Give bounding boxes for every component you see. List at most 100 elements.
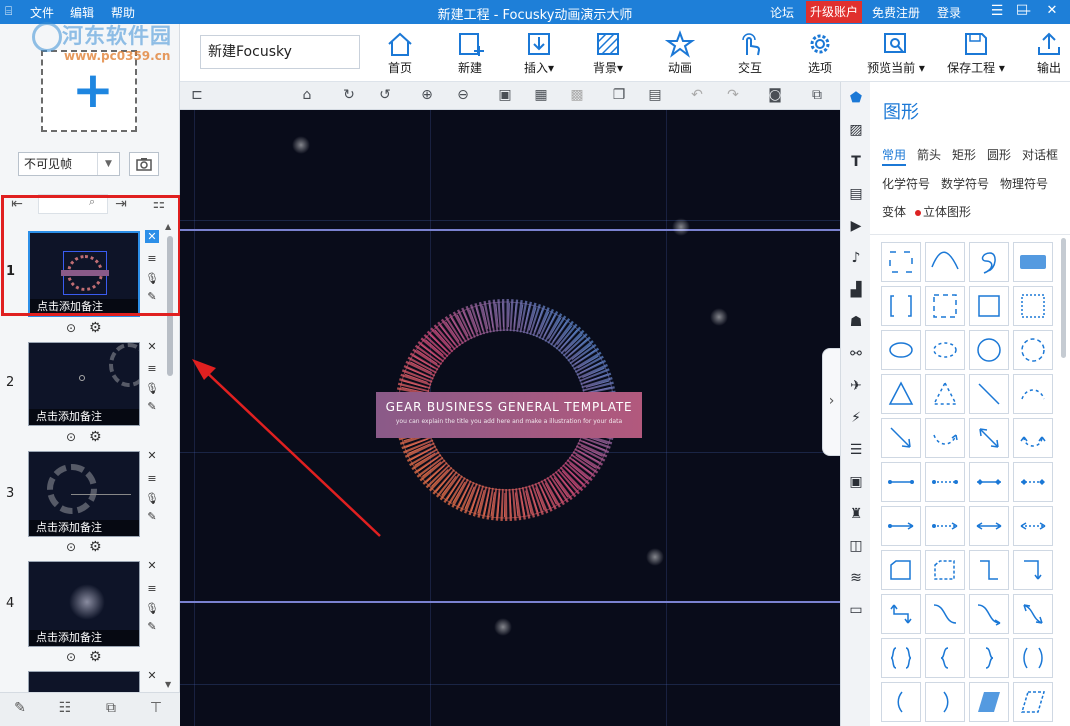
play-icon[interactable]: ⊙: [66, 650, 76, 664]
shape-item[interactable]: [969, 462, 1009, 502]
shape-item[interactable]: [881, 418, 921, 458]
note-list-icon[interactable]: ☷: [55, 700, 75, 716]
background-button[interactable]: 背景▾: [577, 28, 639, 78]
preview-current-button[interactable]: 预览当前 ▾: [860, 28, 932, 78]
panel-scrollbar[interactable]: [1061, 238, 1067, 726]
category-arrows[interactable]: 箭头: [917, 146, 941, 163]
frame-icon[interactable]: ⧉: [808, 87, 826, 103]
slide-thumbnail[interactable]: 点击添加备注: [28, 561, 140, 647]
gear-icon[interactable]: ⚙: [89, 429, 102, 445]
library-icon[interactable]: ▭: [847, 601, 865, 619]
upgrade-account-button[interactable]: 升级账户: [806, 1, 862, 23]
slide-note[interactable]: 点击添加备注: [29, 520, 139, 536]
category-physics[interactable]: 物理符号: [1000, 175, 1048, 192]
shape-item[interactable]: [925, 286, 965, 326]
shape-item[interactable]: [881, 506, 921, 546]
gear-icon[interactable]: ⚙: [89, 320, 102, 336]
home-icon[interactable]: ⌂: [298, 87, 316, 103]
play-icon[interactable]: ⊙: [66, 321, 76, 335]
layout-icon[interactable]: ▤: [847, 185, 865, 203]
shape-item[interactable]: [1013, 374, 1053, 414]
shirt-icon[interactable]: ♜: [847, 505, 865, 523]
scroll-down-icon[interactable]: ▼: [165, 680, 171, 689]
chevron-down-icon[interactable]: ▼: [97, 153, 119, 175]
edit-icon[interactable]: ✎: [145, 620, 159, 633]
close-icon[interactable]: ✕: [145, 559, 159, 572]
chart-icon[interactable]: ▟: [847, 281, 865, 299]
shape-item[interactable]: [925, 506, 965, 546]
scrollbar-thumb[interactable]: [1061, 238, 1066, 358]
category-math[interactable]: 数学符号: [941, 175, 989, 192]
shape-item[interactable]: [881, 286, 921, 326]
grid-settings-icon[interactable]: ▩: [568, 87, 586, 103]
gear-icon[interactable]: ⚙: [89, 539, 102, 555]
shape-item[interactable]: [969, 594, 1009, 634]
shape-item[interactable]: [969, 638, 1009, 678]
shape-item[interactable]: [881, 638, 921, 678]
grid-icon[interactable]: ▦: [532, 87, 550, 103]
redo-icon[interactable]: ↷: [724, 87, 742, 103]
shape-item[interactable]: [969, 550, 1009, 590]
category-variants[interactable]: 变体: [882, 203, 906, 220]
slide-thumbnail[interactable]: [28, 671, 140, 692]
shape-item[interactable]: [969, 506, 1009, 546]
copy-frame-icon[interactable]: ⧉: [101, 700, 121, 716]
shape-item[interactable]: [1013, 682, 1053, 722]
shape-item[interactable]: [881, 330, 921, 370]
microphone-icon[interactable]: 🎙: [145, 492, 159, 505]
shape-item[interactable]: [925, 374, 965, 414]
visibility-select[interactable]: 不可见帧 ▼: [18, 152, 120, 176]
edit-note-icon[interactable]: ✎: [10, 700, 30, 716]
shape-item[interactable]: [969, 286, 1009, 326]
slide-note[interactable]: 点击添加备注: [29, 630, 139, 646]
panel-layout-icon[interactable]: ◫: [847, 537, 865, 555]
category-3d-shapes[interactable]: 立体图形: [915, 203, 971, 220]
category-dialogs[interactable]: 对话框: [1022, 146, 1058, 163]
microphone-icon[interactable]: 🎙: [145, 602, 159, 615]
list-icon[interactable]: ≡: [145, 582, 159, 595]
play-icon[interactable]: ⊙: [66, 540, 76, 554]
shape-item[interactable]: [925, 594, 965, 634]
text-icon[interactable]: T: [847, 153, 865, 171]
ruler-icon[interactable]: ⊏: [188, 87, 206, 103]
shape-item[interactable]: [881, 374, 921, 414]
shape-item[interactable]: [1013, 638, 1053, 678]
shape-item[interactable]: [925, 682, 965, 722]
category-common[interactable]: 常用: [882, 146, 907, 166]
camera-button[interactable]: [129, 152, 159, 176]
title-banner[interactable]: GEAR BUSINESS GENERAL TEMPLATE you can e…: [376, 392, 642, 438]
category-chemistry[interactable]: 化学符号: [882, 175, 930, 192]
shape-item[interactable]: [1013, 418, 1053, 458]
close-icon[interactable]: ✕: [145, 669, 159, 682]
shape-item[interactable]: [969, 682, 1009, 722]
lock-icon[interactable]: ▣: [496, 87, 514, 103]
shape-item[interactable]: [925, 462, 965, 502]
layers-icon[interactable]: ≋: [847, 569, 865, 587]
category-rectangles[interactable]: 矩形: [952, 146, 976, 163]
shape-item[interactable]: [969, 242, 1009, 282]
close-icon[interactable]: ✕: [145, 340, 159, 353]
shape-item[interactable]: [1013, 594, 1053, 634]
shape-item[interactable]: [881, 550, 921, 590]
forum-link[interactable]: 论坛: [770, 4, 794, 21]
shape-item[interactable]: [925, 550, 965, 590]
close-button[interactable]: ✕: [1041, 3, 1063, 18]
shape-item[interactable]: [969, 374, 1009, 414]
home-button[interactable]: 首页: [369, 28, 431, 78]
people-icon[interactable]: ☗: [847, 313, 865, 331]
shape-item[interactable]: [881, 594, 921, 634]
undo-icon[interactable]: ↶: [688, 87, 706, 103]
flash-icon[interactable]: ⚡: [847, 409, 865, 427]
shape-item[interactable]: [1013, 286, 1053, 326]
paste-icon[interactable]: ▤: [646, 87, 664, 103]
edit-icon[interactable]: ✎: [145, 400, 159, 413]
maximize-button[interactable]: □: [1011, 2, 1033, 17]
shape-item[interactable]: [881, 242, 921, 282]
add-frame-button[interactable]: +: [41, 50, 137, 132]
options-button[interactable]: 选项: [789, 28, 851, 78]
menu-edit[interactable]: 编辑: [70, 4, 94, 21]
insert-button[interactable]: 插入▾: [508, 28, 570, 78]
shape-item[interactable]: [1013, 330, 1053, 370]
project-name-field[interactable]: 新建Focusky: [200, 35, 360, 69]
template-icon[interactable]: ☰: [847, 441, 865, 459]
